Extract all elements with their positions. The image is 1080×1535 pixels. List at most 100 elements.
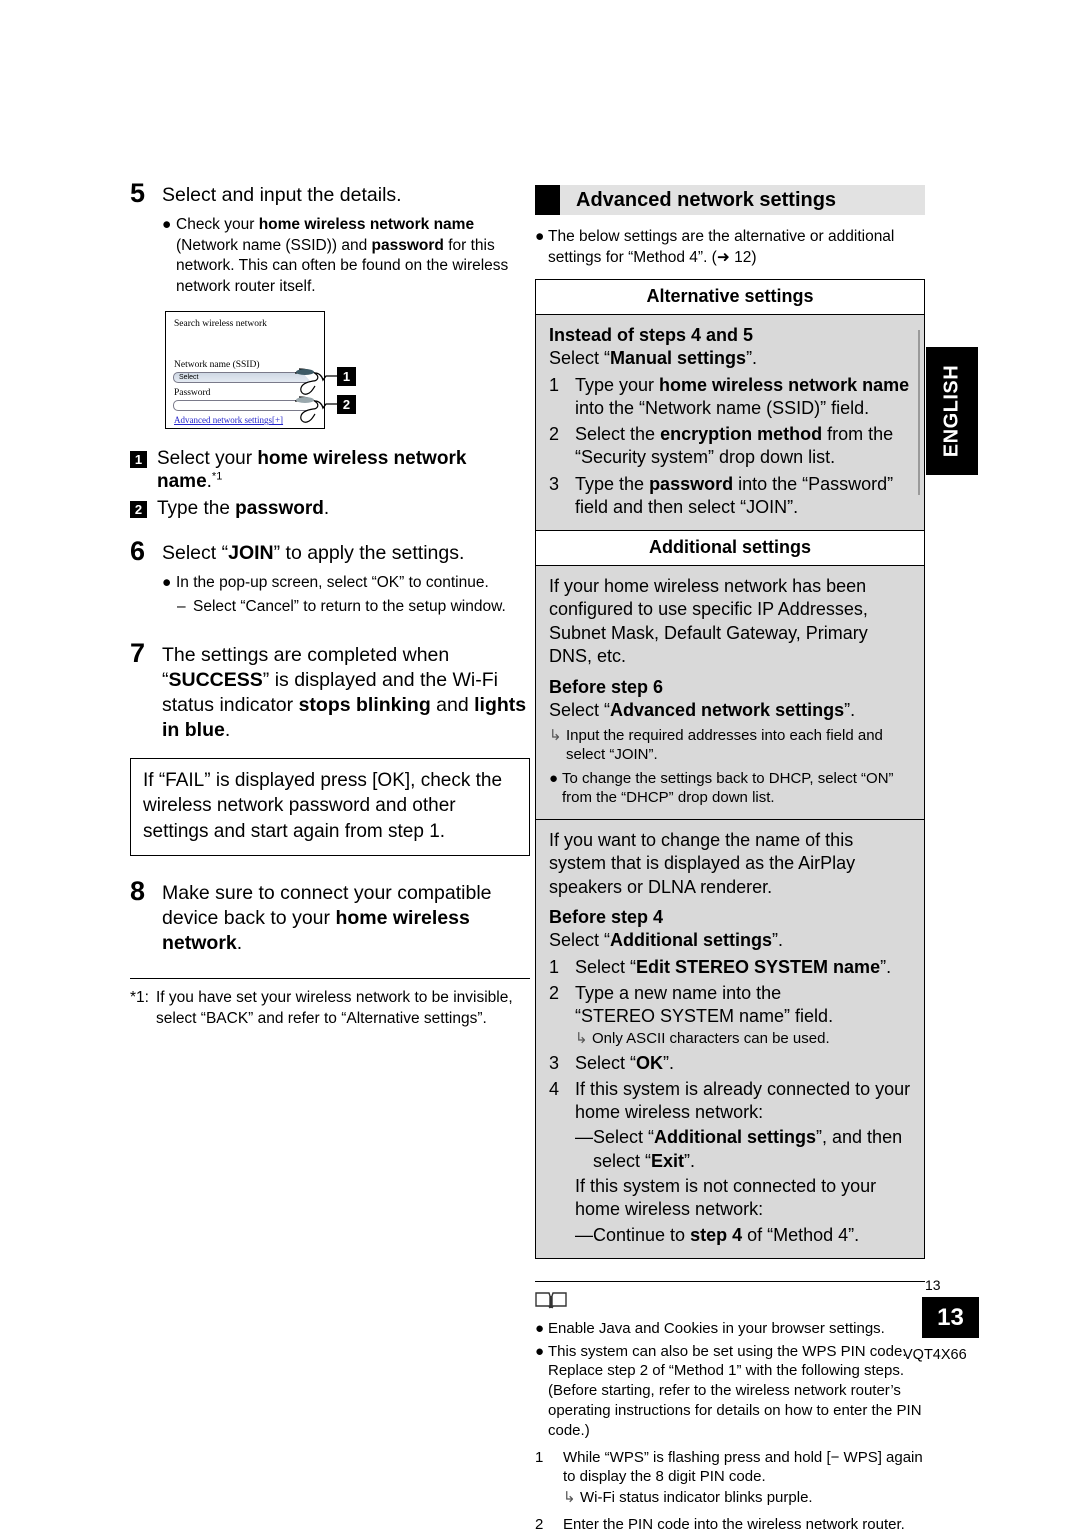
step-7: 7 The settings are completed when “SUCCE… [130,637,530,743]
additional-item-4-dash-1: — Select “Additional settings”, and then… [549,1126,911,1172]
diagram-ssid-label: Network name (SSID) [174,360,260,371]
additional-item-4-dash-2: — Continue to step 4 of “Method 4”. [549,1224,911,1247]
section-marker-square-icon [535,185,560,215]
diagram-title: Search wireless network [174,319,267,330]
callout-legend-item-1: 1 Select your home wireless network name… [130,447,530,493]
alternative-item-1: 1 Type your home wireless network name i… [549,374,910,418]
callout-badge-1: 1 [130,451,147,469]
diagram-password-input[interactable] [173,400,313,412]
advanced-network-settings-header: Advanced network settings [535,185,925,215]
document-code: VQT4X66 [903,1347,967,1363]
callout-legend: 1 Select your home wireless network name… [130,447,530,520]
callout-legend-item-2: 2 Type the password. [130,497,530,520]
diagram-callout-badge-2: 2 [337,395,356,415]
alternative-settings-body: Instead of steps 4 and 5 Select “Manual … [536,315,924,531]
step-6-title: Select “JOIN” to apply the settings. [162,541,465,564]
notes-divider [535,1280,925,1282]
fail-note-box: If “FAIL” is displayed press [OK], check… [130,757,530,857]
bullet-dot-icon: ● [549,769,559,787]
note-bullet-1: ● Enable Java and Cookies in your browse… [535,1319,885,1337]
page-number-badge: 13 [922,1297,979,1338]
footnote-divider [130,977,530,979]
step-7-title: The settings are completed when “SUCCESS… [162,643,527,741]
side-tab-rule [918,330,920,495]
additional-item-2: 2 Type a new name into the “STEREO SYSTE… [549,982,911,1049]
additional-block2-intro: If you want to change the name of this s… [549,829,856,897]
step-8-number: 8 [130,876,146,907]
page-number-small: 13 [925,1277,941,1293]
dash-icon: — [575,1224,593,1245]
notes-section: ● Enable Java and Cookies in your browse… [535,1280,925,1535]
additional-settings-block-1: If your home wireless network has been c… [536,565,924,820]
additional-settings-block-2: If you want to change the name of this s… [536,819,924,1259]
step-5-number: 5 [130,178,146,208]
step-6-subdash: – Select “Cancel” to return to the setup… [162,597,530,617]
callout-text-1: Select your home wireless network name.*… [157,448,467,493]
ascii-note: ↳ Only ASCII characters can be used. [575,1030,830,1048]
select-manual-settings-text: Select “Manual settings”. [549,348,758,369]
note-step-1-arrow: ↳ Wi-Fi status indicator blinks purple. [563,1489,813,1507]
additional-item-1: 1 Select “Edit STEREO SYSTEM name”. [549,956,892,977]
browser-setup-diagram: Search wireless network Network name (SS… [165,311,405,433]
note-bullet-2: ● This system can also be set using the … [535,1342,922,1439]
callout-text-2: Type the password. [157,497,330,519]
additional-block1-intro: If your home wireless network has been c… [549,575,868,667]
arrow-hook-icon: ↳ [575,1030,588,1048]
before-step-6-label: Before step 6 [549,676,664,697]
arrow-hook-icon: ↳ [549,726,562,744]
before-step-4-label: Before step 4 [549,907,664,928]
dash-icon: — [575,1127,593,1148]
diagram-callout-badge-1: 1 [337,367,356,387]
step-5-title: Select and input the details. [162,184,402,206]
right-column: Advanced network settings ● The below se… [535,185,925,1535]
alternative-settings-table: Alternative settings Instead of steps 4 … [535,279,925,531]
bullet-dot-icon: ● [535,1319,545,1337]
additional-settings-heading: Additional settings [536,530,924,566]
step-8: 8 Make sure to connect your compatible d… [130,878,530,956]
select-advanced-network-settings-text: Select “Advanced network settings”. [549,699,856,720]
footnote-marker: *1: [130,988,149,1006]
additional-item-4-alt-condition: If this system is not connected to your … [575,1175,877,1220]
bullet-dot-icon: ● [535,1342,545,1360]
step-7-number: 7 [130,637,146,668]
additional-block1-bullet: ● To change the settings back to DHCP, s… [549,769,894,807]
hand-pointer-icon-2 [293,395,337,423]
advanced-intro-text: The below settings are the alternative o… [548,228,895,266]
step-6: 6 Select “JOIN” to apply the settings. [130,535,530,566]
additional-block1-arrow-note: ↳ Input the required addresses into each… [549,726,883,764]
note-step-1: 1 While “WPS” is flashing press and hold… [535,1448,925,1508]
advanced-intro-bullet: ● The below settings are the alternative… [535,227,925,268]
footnote-text: If you have set your wireless network to… [156,988,513,1027]
alternative-settings-heading: Alternative settings [536,280,924,316]
fail-note-text: If “FAIL” is displayed press [OK], check… [143,769,503,842]
alternative-item-2: 2 Select the encryption method from the … [549,424,894,468]
additional-settings-table: Additional settings If your home wireles… [535,530,925,1259]
footnote: *1: If you have set your wireless networ… [130,988,530,1029]
additional-item-3: 3 Select “OK”. [549,1052,675,1073]
language-side-tab-label: ENGLISH [940,364,963,458]
alternative-item-3: 3 Type the password into the “Password” … [549,473,894,517]
callout-badge-2: 2 [130,500,147,518]
diagram-password-label: Password [174,388,211,399]
hand-pointer-icon-1 [293,367,337,395]
diagram-advanced-settings-link[interactable]: Advanced network settings[+] [174,415,283,425]
diagram-ssid-value: Select [179,373,199,381]
select-additional-settings-text: Select “Additional settings”. [549,930,784,951]
bullet-dot-icon: ● [162,216,172,234]
step-5-bullet: ● Check your home wireless network name … [162,215,530,297]
dash-icon: – [177,598,186,616]
note-step-2: 2 Enter the PIN code into the wireless n… [535,1515,905,1533]
step-8-title: Make sure to connect your compatible dev… [162,882,492,954]
instead-of-steps-label: Instead of steps 4 and 5 [549,325,754,346]
bullet-dot-icon: ● [162,574,172,592]
step-6-bullet: ● In the pop-up screen, select “OK” to c… [162,573,530,593]
footnote-section: *1: If you have set your wireless networ… [130,977,530,1029]
arrow-hook-icon: ↳ [563,1489,576,1507]
step-5: 5 Select and input the details. [130,180,530,208]
language-side-tab: ENGLISH [926,347,978,475]
left-column: 5 Select and input the details. ● Check … [130,180,530,1029]
additional-item-4: 4 If this system is already connected to… [549,1078,911,1123]
step-6-number: 6 [130,535,146,566]
advanced-network-settings-title: Advanced network settings [576,188,837,211]
bullet-dot-icon: ● [535,228,545,245]
